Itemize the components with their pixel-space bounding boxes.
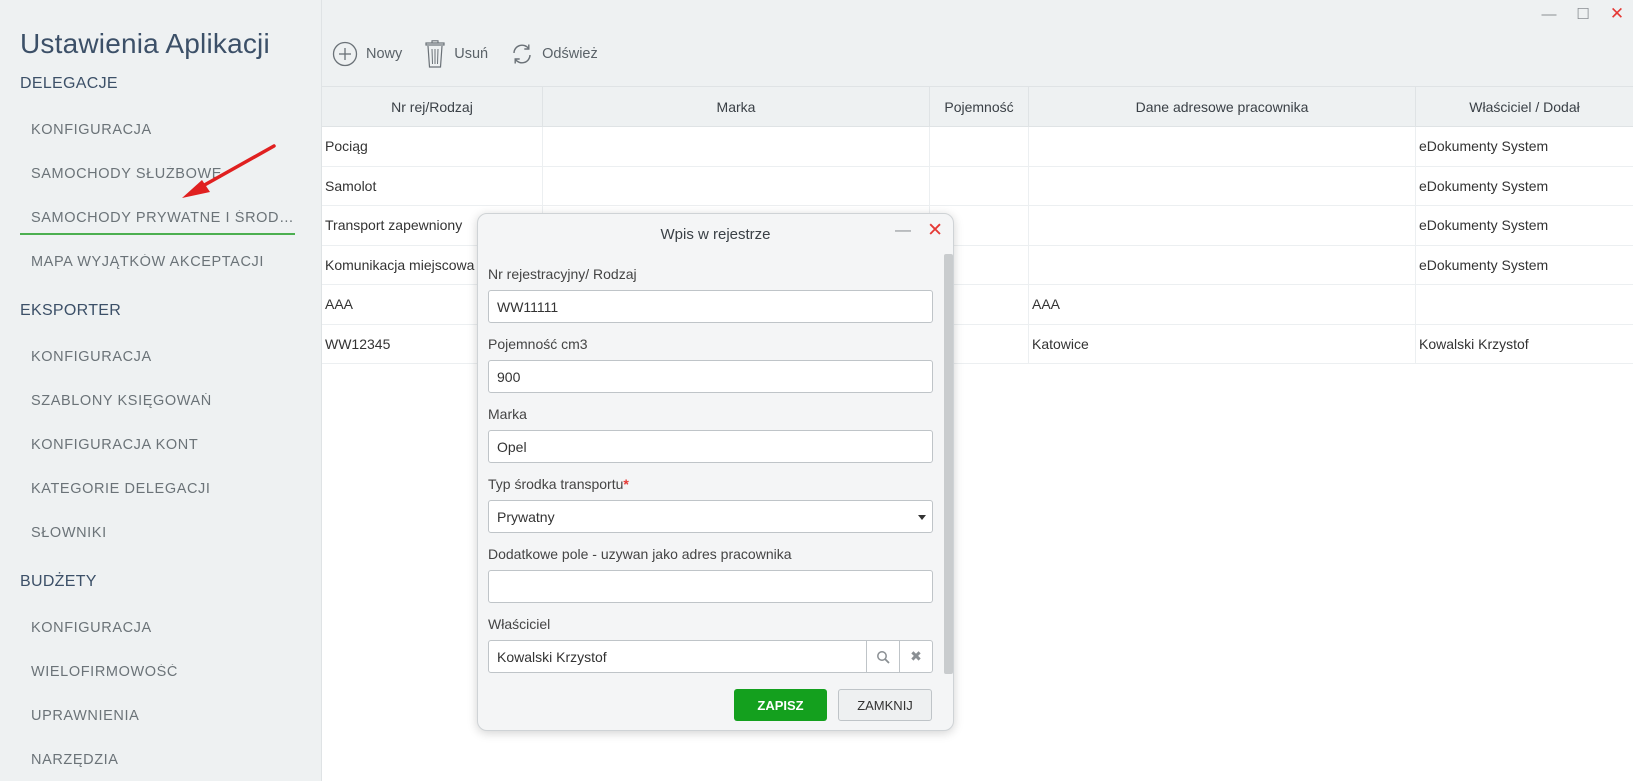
table-row[interactable]: Pociąg eDokumenty System (322, 127, 1633, 167)
delete-button-label: Usuń (454, 46, 489, 62)
section-eksporter: EKSPORTER (20, 302, 122, 319)
table-cell: eDokumenty System (1419, 217, 1549, 234)
owner-value: Kowalski Krzystof (497, 648, 607, 665)
dialog-minimize-icon[interactable]: — (895, 222, 911, 240)
brand-label: Marka (488, 406, 527, 422)
sidebar-item-wielofirmowosc[interactable]: WIELOFIRMOWOŚĆ (31, 664, 296, 680)
dialog-form: Nr rejestracyjny/ Rodzaj WW11111 Pojemno… (488, 254, 944, 674)
registry-entry-dialog: Wpis w rejestrze — ✕ Nr rejestracyjny/ R… (477, 213, 954, 731)
sidebar-item-kategorie-delegacji[interactable]: KATEGORIE DELEGACJI (31, 481, 296, 497)
save-button[interactable]: ZAPISZ (734, 689, 827, 721)
column-header-marka[interactable]: Marka (543, 87, 930, 126)
maximize-window-icon[interactable]: ☐ (1575, 6, 1591, 23)
table-cell: eDokumenty System (1419, 177, 1549, 194)
extra-field-label: Dodatkowe pole - uzywan jako adres praco… (488, 546, 792, 562)
new-button[interactable]: Nowy (332, 41, 402, 67)
reg-number-label: Nr rejestracyjny/ Rodzaj (488, 266, 637, 282)
search-icon[interactable] (866, 641, 899, 672)
owner-field[interactable]: Kowalski Krzystof ✖ (488, 640, 933, 673)
table-row[interactable]: Samolot eDokumenty System (322, 166, 1633, 206)
close-window-icon[interactable]: ✕ (1609, 4, 1625, 23)
close-button[interactable]: ZAMKNIJ (838, 689, 932, 721)
dialog-scrollbar[interactable] (944, 254, 953, 674)
sidebar-item-mapa-wyjatkow[interactable]: MAPA WYJĄTKÓW AKCEPTACJI (31, 254, 296, 270)
table-cell: Kowalski Krzystof (1419, 335, 1529, 352)
required-marker: * (623, 476, 629, 492)
table-cell (1029, 206, 1416, 245)
chevron-down-icon (918, 515, 926, 520)
transport-type-label-text: Typ środka transportu (488, 476, 624, 492)
clear-icon[interactable]: ✖ (899, 641, 932, 672)
plus-circle-icon (332, 41, 358, 67)
sidebar-item-konfiguracja-kont[interactable]: KONFIGURACJA KONT (31, 437, 296, 453)
toolbar: Nowy Usuń Odśwież (332, 40, 598, 68)
transport-type-value: Prywatny (497, 508, 555, 525)
delete-button[interactable]: Usuń (424, 40, 488, 68)
column-header-pojemnosc[interactable]: Pojemność (930, 87, 1029, 126)
table-cell: AAA (1029, 285, 1416, 324)
table-cell: Katowice (1029, 324, 1416, 363)
table-cell: eDokumenty System (1419, 138, 1549, 155)
table-cell (1029, 245, 1416, 284)
refresh-icon (513, 44, 531, 64)
refresh-button-label: Odśwież (542, 46, 598, 62)
annotation-arrow-icon (182, 144, 276, 198)
trash-icon (425, 40, 445, 68)
table-cell (543, 166, 930, 205)
sidebar-item-samochody-prywatne[interactable]: SAMOCHODY PRYWATNE I ŚRODKI TRANSPORTU (20, 210, 295, 235)
table-cell (1416, 285, 1633, 324)
window-controls: — ☐ ✕ (1541, 4, 1625, 23)
table-cell (930, 127, 1029, 166)
column-header-nr-rej[interactable]: Nr rej/Rodzaj (322, 87, 543, 126)
table-cell: eDokumenty System (1419, 256, 1549, 273)
transport-type-select[interactable]: Prywatny (488, 500, 933, 533)
table-cell (1029, 127, 1416, 166)
dialog-title: Wpis w rejestrze (660, 226, 771, 243)
sidebar-item-eksporter-konfiguracja[interactable]: KONFIGURACJA (31, 349, 296, 365)
sidebar-item-szablony-ksiegowan[interactable]: SZABLONY KSIĘGOWAŃ (31, 393, 296, 409)
column-header-wlasciciel[interactable]: Właściciel / Dodał (1416, 87, 1633, 126)
sidebar-item-uprawnienia[interactable]: UPRAWNIENIA (31, 708, 296, 724)
page-title: Ustawienia Aplikacji (20, 28, 270, 59)
sidebar: Ustawienia Aplikacji DELEGACJE KONFIGURA… (0, 0, 322, 781)
new-button-label: Nowy (366, 46, 403, 62)
column-header-dane-adresowe[interactable]: Dane adresowe pracownika (1029, 87, 1416, 126)
sidebar-item-budzety-konfiguracja[interactable]: KONFIGURACJA (31, 620, 296, 636)
extra-field-input[interactable] (488, 570, 933, 603)
grid-header: Nr rej/Rodzaj Marka Pojemność Dane adres… (322, 87, 1633, 127)
table-cell (930, 166, 1029, 205)
capacity-input[interactable]: 900 (488, 360, 933, 393)
minimize-window-icon[interactable]: — (1541, 6, 1557, 23)
refresh-button[interactable]: Odśwież (510, 42, 598, 66)
sidebar-item-narzedzia[interactable]: NARZĘDZIA (31, 752, 296, 768)
table-cell: Samolot (322, 166, 543, 205)
owner-label: Właściciel (488, 616, 551, 632)
sidebar-item-delegacje-konfiguracja[interactable]: KONFIGURACJA (31, 122, 296, 138)
section-delegacje: DELEGACJE (20, 75, 118, 92)
transport-type-label: Typ środka transportu* (488, 476, 629, 492)
table-cell: Pociąg (322, 127, 543, 166)
capacity-label: Pojemność cm3 (488, 336, 588, 352)
sidebar-item-slowniki[interactable]: SŁOWNIKI (31, 525, 296, 541)
dialog-close-icon[interactable]: ✕ (927, 219, 943, 242)
reg-number-input[interactable]: WW11111 (488, 290, 933, 323)
section-budzety: BUDŻETY (20, 573, 97, 590)
brand-input[interactable]: Opel (488, 430, 933, 463)
table-cell (543, 127, 930, 166)
table-cell (1029, 166, 1416, 205)
